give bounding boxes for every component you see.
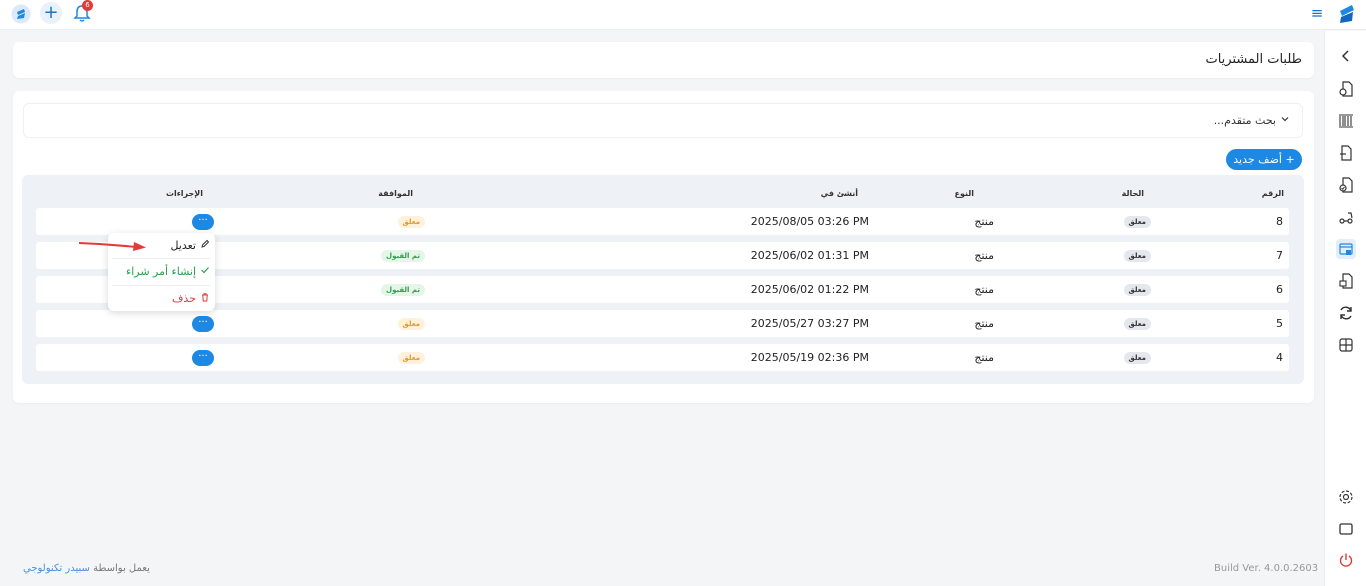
row-created-at: 2025/06/02 01:22 PM (750, 283, 869, 296)
screen-icon[interactable] (1336, 519, 1356, 539)
create-purchase-order-menu-item[interactable]: إنشاء أمر شراء (126, 265, 210, 278)
annotation-arrow-icon (78, 242, 146, 251)
row-actions-button[interactable]: ··· (192, 316, 214, 332)
chevron-down-icon (1280, 114, 1290, 127)
row-type: منتج (974, 283, 994, 296)
header-number: الرقم (1261, 189, 1284, 198)
advanced-search-text: بحث متقدم... (1213, 114, 1276, 127)
row-created-at: 2025/06/02 01:31 PM (750, 249, 869, 262)
app-logo-icon[interactable] (10, 3, 32, 25)
approval-badge: معلق (397, 352, 425, 364)
check-icon (200, 265, 210, 278)
header-status: الحالة (1121, 189, 1144, 198)
status-badge: معلق (1123, 352, 1151, 364)
brand-logo-icon[interactable] (1334, 1, 1360, 27)
documents-icon[interactable] (1336, 79, 1356, 99)
row-created-at: 2025/05/19 02:36 PM (750, 351, 869, 364)
table-row: 6 معلق منتج 2025/06/02 01:22 PM تم القبول (36, 276, 1289, 303)
file-icon[interactable] (1336, 143, 1356, 163)
add-new-button[interactable]: + أضف جديد (1226, 149, 1302, 170)
create-purchase-order-label: إنشاء أمر شراء (126, 265, 196, 278)
table-row: 7 معلق منتج 2025/06/02 01:31 PM تم القبول (36, 242, 1289, 269)
delete-label: حذف (172, 292, 196, 305)
top-bar: + 6 ≡ (0, 0, 1366, 30)
row-number: 6 (1276, 283, 1283, 296)
page-header: طلبات المشتريات (13, 42, 1314, 78)
sidebar (1324, 31, 1366, 586)
table-row: 8 معلق منتج 2025/08/05 03:26 PM معلق ··· (36, 208, 1289, 235)
header-approval: الموافقة (378, 189, 413, 198)
edit-label: تعديل (170, 239, 196, 252)
powered-by-footer: يعمل بواسطة سبيدر تكنولوجي (23, 563, 150, 574)
menu-icon[interactable]: ≡ (1308, 4, 1326, 22)
approval-badge: تم القبول (381, 250, 425, 262)
pencil-icon (200, 239, 210, 252)
purchase-requests-icon[interactable] (1336, 239, 1356, 259)
file-check-icon[interactable] (1336, 175, 1356, 195)
row-number: 4 (1276, 351, 1283, 364)
row-number: 7 (1276, 249, 1283, 262)
row-type: منتج (974, 317, 994, 330)
delivery-icon[interactable] (1336, 207, 1356, 227)
menu-divider (112, 285, 211, 286)
status-badge: معلق (1123, 284, 1151, 296)
settings-icon[interactable] (1336, 487, 1356, 507)
row-actions-button[interactable]: ··· (192, 214, 214, 230)
row-type: منتج (974, 249, 994, 262)
approval-badge: تم القبول (381, 284, 425, 296)
status-badge: معلق (1123, 216, 1151, 228)
header-created-at: أنشئ في (820, 189, 858, 198)
sync-icon[interactable] (1336, 303, 1356, 323)
page-title: طلبات المشتريات (1205, 52, 1302, 67)
table-row: 5 معلق منتج 2025/05/27 03:27 PM معلق ··· (36, 310, 1289, 337)
approval-badge: معلق (397, 216, 425, 228)
powered-by-label: يعمل بواسطة (93, 563, 150, 574)
row-number: 8 (1276, 215, 1283, 228)
invoice-icon[interactable] (1336, 271, 1356, 291)
barcode-icon[interactable] (1336, 111, 1356, 131)
advanced-search-toggle[interactable]: بحث متقدم... (23, 103, 1303, 138)
approval-badge: معلق (397, 318, 425, 330)
status-badge: معلق (1123, 250, 1151, 262)
row-created-at: 2025/05/27 03:27 PM (750, 317, 869, 330)
quick-add-button[interactable]: + (40, 2, 62, 24)
plus-icon: + (1285, 153, 1295, 166)
table-row: 4 معلق منتج 2025/05/19 02:36 PM معلق ··· (36, 344, 1289, 371)
menu-divider (112, 258, 211, 259)
add-new-label: أضف جديد (1233, 153, 1282, 166)
trash-icon (200, 292, 210, 305)
brand-link[interactable]: سبيدر تكنولوجي (23, 563, 90, 574)
edit-menu-item[interactable]: تعديل (170, 239, 210, 252)
header-type: النوع (954, 189, 975, 198)
row-created-at: 2025/08/05 03:26 PM (750, 215, 869, 228)
logout-power-icon[interactable] (1336, 550, 1356, 570)
header-actions: الإجراءات (165, 189, 203, 198)
notification-badge: 6 (82, 0, 93, 11)
status-badge: معلق (1123, 318, 1151, 330)
delete-menu-item[interactable]: حذف (172, 292, 210, 305)
row-type: منتج (974, 215, 994, 228)
advanced-search-label: بحث متقدم... (1214, 114, 1290, 127)
row-number: 5 (1276, 317, 1283, 330)
row-actions-button[interactable]: ··· (192, 350, 214, 366)
collapse-chevron-icon[interactable] (1336, 46, 1356, 66)
build-version: Build Ver. 4.0.0.2603 (1214, 563, 1319, 574)
grid-icon[interactable] (1336, 335, 1356, 355)
row-type: منتج (974, 351, 994, 364)
